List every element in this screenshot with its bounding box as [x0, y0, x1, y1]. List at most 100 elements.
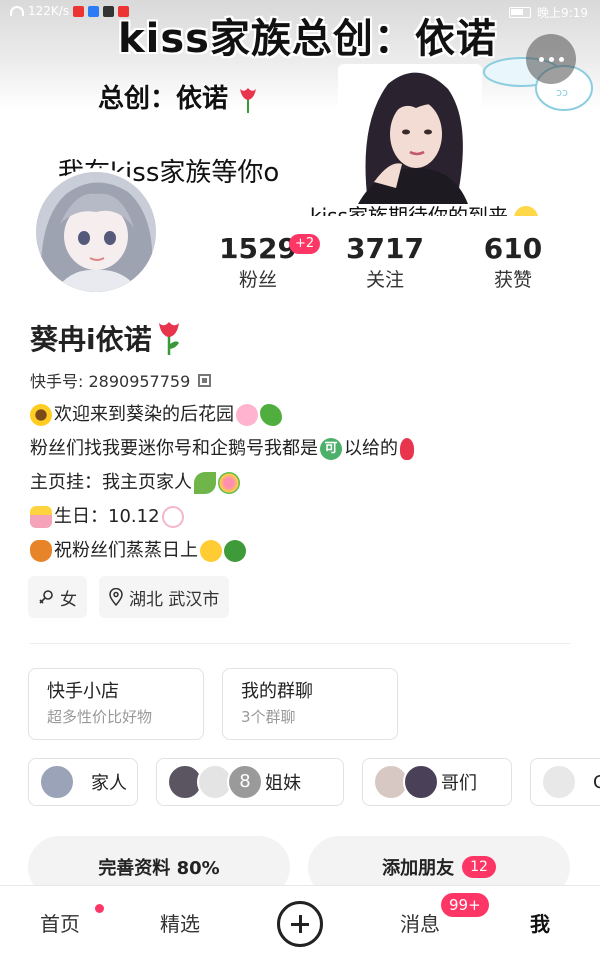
group-chip-family[interactable]: 家人	[28, 758, 138, 806]
profile-bio: 欢迎来到葵染的后花园 粉丝们找我要迷你号和企鹅号我都是 可 以给的 主页挂：我主…	[30, 398, 414, 568]
cherry-blossom-icon	[236, 404, 258, 426]
butterfly-icon	[30, 540, 52, 562]
group-name: 哥们	[441, 773, 477, 794]
divider	[30, 643, 570, 644]
group-name: 家人	[91, 773, 127, 794]
group-avatar	[39, 764, 75, 800]
tulip-icon	[400, 438, 414, 460]
gender-tag: 女	[28, 576, 87, 618]
profile-name: 葵冉i依诺	[30, 323, 152, 356]
group-avatar	[403, 764, 439, 800]
kuaishou-shop-card[interactable]: 快手小店 超多性价比好物	[28, 668, 204, 740]
app-notification-icon	[103, 5, 115, 17]
app-notification-icon	[88, 5, 100, 17]
tulip-icon	[240, 87, 257, 113]
banner-title: kiss家族总创：依诺	[118, 16, 497, 62]
clover-icon	[260, 404, 282, 426]
banner-subtitle-text: 总创：依诺	[98, 84, 229, 114]
group-avatar-count: 8	[227, 764, 263, 800]
banner-illustration	[338, 64, 482, 204]
avatar-image	[36, 172, 156, 292]
service-subtitle: 3个群聊	[241, 708, 296, 726]
bouquet-icon	[218, 472, 240, 494]
nav-featured-label: 精选	[160, 912, 200, 936]
group-chip-c[interactable]: C	[530, 758, 600, 806]
friend-groups-row: 家人 8 姐妹 哥们 C	[28, 758, 600, 808]
following-label: 关注	[365, 269, 404, 291]
add-friend-badge: 12	[462, 856, 496, 878]
group-name: C	[593, 771, 600, 793]
my-group-chats-card[interactable]: 我的群聊 3个群聊	[222, 668, 398, 740]
location-tag: 湖北 武汉市	[99, 576, 230, 618]
battery-icon	[509, 7, 532, 18]
bio-line-text: 生日：10.12	[54, 506, 160, 527]
bio-line-text: 祝粉丝们蒸蒸日上	[54, 540, 198, 561]
rabbit-icon	[161, 506, 184, 528]
profile-tags: 女 湖北 武汉市	[28, 576, 230, 618]
group-chip-sisters[interactable]: 8 姐妹	[156, 758, 344, 806]
service-cards: 快手小店 超多性价比好物 我的群聊 3个群聊	[28, 668, 398, 740]
kiss-face-icon	[200, 540, 222, 562]
location-pin-icon	[109, 588, 123, 606]
app-notification-icon	[73, 5, 85, 17]
wifi-icon	[10, 6, 24, 16]
nav-home-label: 首页	[40, 912, 80, 936]
followers-increase-badge: +2	[289, 234, 321, 254]
group-name: 姐妹	[265, 773, 301, 794]
nav-me-label: 我	[530, 912, 550, 936]
create-plus-button[interactable]	[277, 901, 323, 947]
status-bar-left: 122K/s	[10, 4, 130, 18]
seedling-icon	[194, 472, 216, 494]
sunflower-icon	[30, 404, 52, 426]
nav-messages-label: 消息	[400, 912, 440, 936]
kuaishou-id-row[interactable]: 快手号: 2890957759	[30, 368, 212, 392]
bottom-nav: 首页 精选 消息 99+ 我	[0, 885, 600, 960]
female-icon	[39, 590, 53, 604]
service-title: 快手小店	[47, 681, 119, 702]
tree-icon	[224, 540, 246, 562]
group-avatar	[541, 764, 577, 800]
avatar[interactable]	[32, 168, 160, 296]
dot-icon	[558, 56, 564, 62]
bio-line: 粉丝们找我要迷你号和企鹅号我都是 可 以给的	[30, 432, 414, 466]
bio-line-text: 欢迎来到葵染的后花园	[54, 404, 234, 425]
birthday-cake-icon	[30, 506, 52, 528]
profile-name-row: 葵冉i依诺	[30, 318, 182, 358]
banner-subtitle: 总创：依诺	[98, 78, 259, 115]
ke-badge-icon: 可	[320, 438, 342, 460]
bio-line: 主页挂：我主页家人	[30, 466, 414, 500]
home-notification-dot	[95, 904, 104, 913]
bio-line-text: 以给的	[344, 438, 398, 459]
svg-text:ɔɔ: ɔɔ	[556, 86, 568, 99]
nav-me[interactable]: 我	[480, 908, 600, 937]
service-subtitle: 超多性价比好物	[47, 708, 153, 726]
bio-line: 生日：10.12	[30, 500, 414, 534]
likes-count: 610	[483, 232, 543, 265]
service-title: 我的群聊	[241, 681, 313, 702]
bio-line: 祝粉丝们蒸蒸日上	[30, 534, 414, 568]
location-text: 湖北 武汉市	[129, 589, 220, 610]
add-friend-label: 添加朋友	[382, 858, 455, 879]
gender-text: 女	[60, 589, 77, 610]
nav-featured[interactable]: 精选	[120, 908, 240, 937]
likes-stat[interactable]: 610 获赞	[453, 232, 573, 294]
dot-icon	[538, 56, 544, 62]
likes-label: 获赞	[493, 269, 532, 291]
status-bar-right: 晚上9:19	[509, 4, 588, 21]
dot-icon	[548, 56, 554, 62]
group-chip-brothers[interactable]: 哥们	[362, 758, 512, 806]
followers-label: 粉丝	[238, 269, 277, 291]
bio-line-text: 粉丝们找我要迷你号和企鹅号我都是	[30, 438, 318, 459]
bio-line: 欢迎来到葵染的后花园	[30, 398, 414, 432]
bio-line-text: 主页挂：我主页家人	[30, 472, 192, 493]
tulip-icon	[158, 322, 179, 355]
more-options-button[interactable]	[526, 34, 576, 84]
following-count: 3717	[346, 232, 424, 265]
network-speed: 122K/s	[28, 4, 70, 18]
kuaishou-id: 快手号: 2890957759	[30, 372, 191, 391]
complete-profile-label: 完善资料 80%	[98, 858, 220, 879]
nav-home[interactable]: 首页	[0, 908, 120, 937]
following-stat[interactable]: 3717 关注	[325, 232, 445, 294]
qr-code-icon[interactable]	[198, 373, 212, 387]
clock: 晚上9:19	[537, 6, 588, 20]
